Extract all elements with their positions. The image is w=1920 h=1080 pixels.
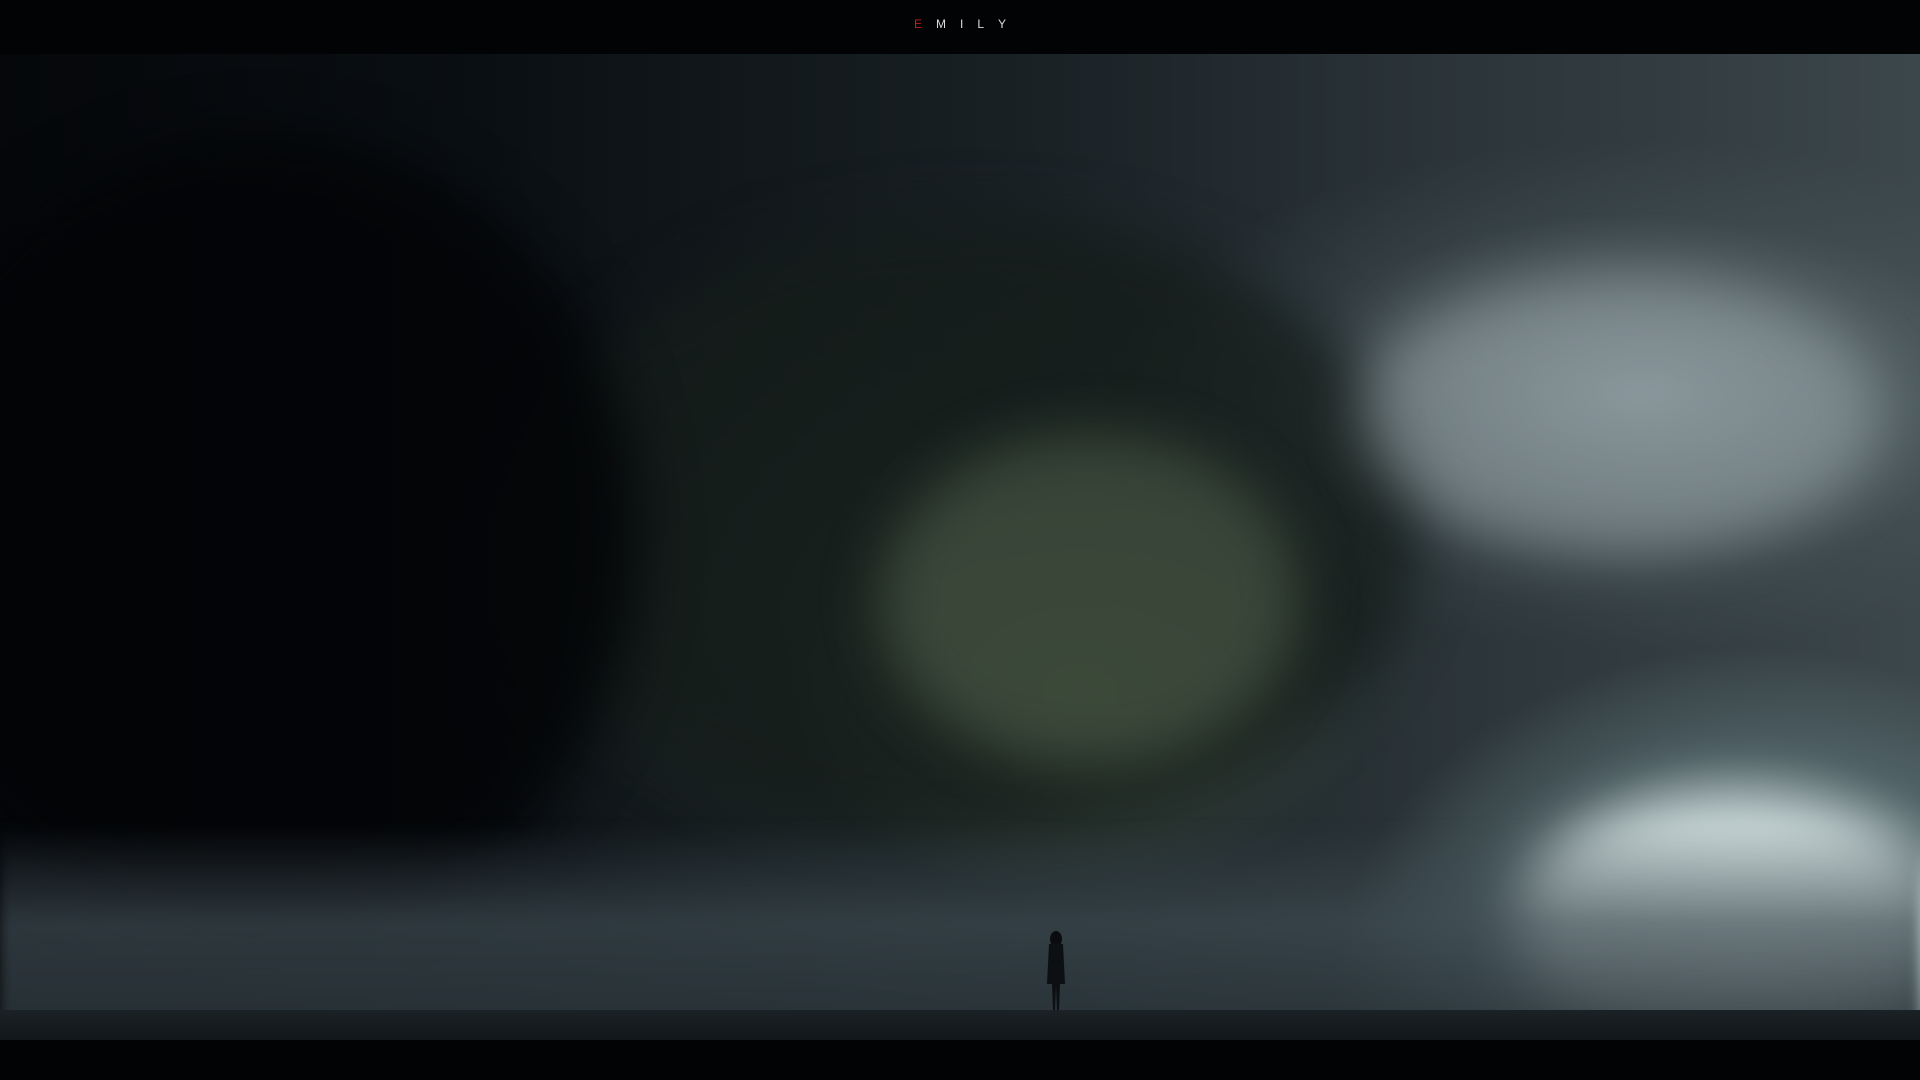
green-lit-cloud [880,434,1300,764]
title-letter-2: M [935,17,946,31]
title-letter-4: L [977,17,985,31]
title-letter-3: I [959,17,964,31]
artwork-title: EMILY [0,17,1920,31]
title-letter-5: Y [998,17,1007,31]
title-letter-1: E [913,17,922,31]
storm-cloud-scene [0,54,1920,1040]
bright-cloud-right [1360,274,1880,554]
low-fog-band [0,824,1920,1040]
artwork-frame: EMILY [0,0,1920,1080]
ground-plane [0,1010,1920,1040]
left-shadow [0,134,640,934]
lone-figure-silhouette [1047,931,1065,1010]
bottom-letterbox-bar [0,1040,1920,1080]
